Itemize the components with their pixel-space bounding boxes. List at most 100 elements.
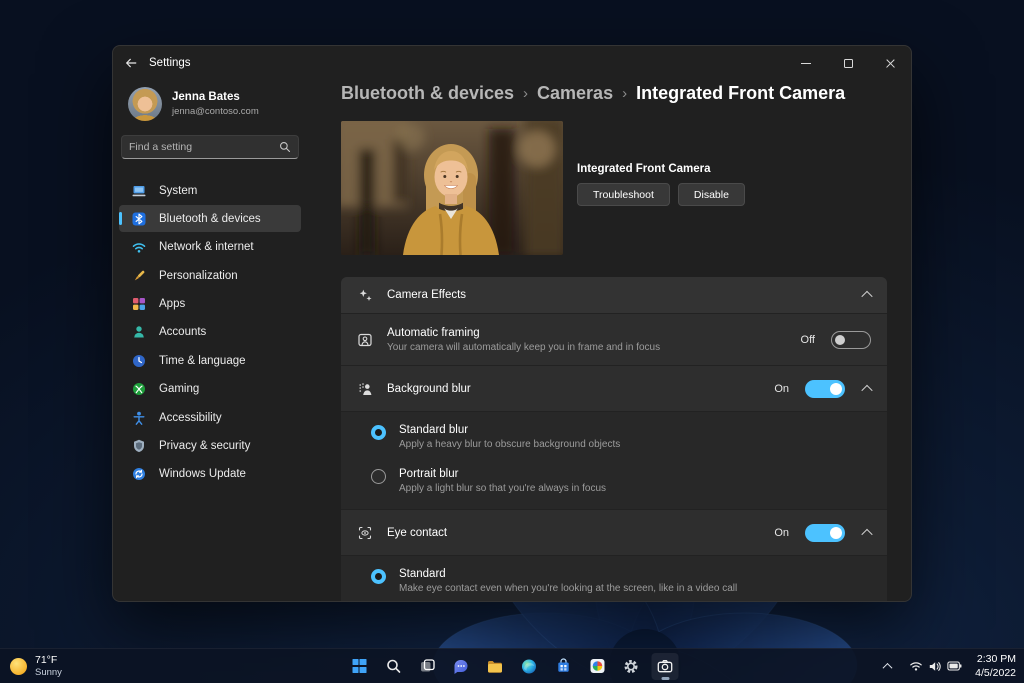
task-view-button[interactable] bbox=[414, 653, 441, 680]
eye-contact-standard-option[interactable]: Standard Make eye contact even when you'… bbox=[341, 559, 887, 602]
automatic-framing-description: Your camera will automatically keep you … bbox=[387, 342, 787, 353]
sidebar-item-time-language[interactable]: Time & language bbox=[119, 347, 301, 374]
portrait-blur-description: Apply a light blur so that you're always… bbox=[399, 483, 606, 494]
breadcrumb-bluetooth-devices[interactable]: Bluetooth & devices bbox=[341, 83, 514, 104]
eye-contact-standard-title: Standard bbox=[399, 568, 737, 580]
taskbar-search-button[interactable] bbox=[380, 653, 407, 680]
update-icon bbox=[131, 466, 147, 482]
file-explorer-button[interactable] bbox=[482, 653, 509, 680]
sidebar-item-label: System bbox=[159, 185, 197, 197]
paintbrush-icon bbox=[131, 268, 147, 284]
chevron-up-icon bbox=[882, 662, 892, 672]
sidebar-item-bluetooth-devices[interactable]: Bluetooth & devices bbox=[119, 205, 301, 232]
sidebar-item-network-internet[interactable]: Network & internet bbox=[119, 234, 301, 261]
sidebar-item-apps[interactable]: Apps bbox=[119, 291, 301, 318]
clock-icon bbox=[131, 353, 147, 369]
portrait-blur-option[interactable]: Portrait blur Apply a light blur so that… bbox=[341, 459, 887, 503]
quick-settings-button[interactable] bbox=[906, 653, 964, 680]
settings-app-button[interactable] bbox=[618, 653, 645, 680]
desktop: { "titlebar": { "title": "Settings" }, "… bbox=[0, 0, 1024, 683]
search-input[interactable] bbox=[129, 141, 279, 153]
sun-icon bbox=[10, 658, 27, 675]
breadcrumb-separator: › bbox=[622, 85, 627, 102]
sidebar-item-label: Accounts bbox=[159, 326, 206, 338]
breadcrumb-separator: › bbox=[523, 85, 528, 102]
sidebar-item-gaming[interactable]: Gaming bbox=[119, 376, 301, 403]
edge-icon bbox=[521, 658, 538, 675]
user-name: Jenna Bates bbox=[172, 91, 259, 105]
maximize-icon bbox=[844, 59, 853, 68]
user-profile[interactable]: Jenna Bates jenna@contoso.com bbox=[128, 87, 259, 121]
eye-contact-icon bbox=[357, 525, 373, 541]
background-blur-options: Standard blur Apply a heavy blur to obsc… bbox=[341, 411, 887, 509]
sidebar-item-system[interactable]: System bbox=[119, 177, 301, 204]
sidebar-item-windows-update[interactable]: Windows Update bbox=[119, 461, 301, 488]
disable-button[interactable]: Disable bbox=[678, 183, 745, 206]
camera-preview-image bbox=[341, 121, 563, 255]
minimize-button[interactable] bbox=[785, 46, 827, 80]
sidebar-item-label: Network & internet bbox=[159, 241, 254, 253]
sidebar-item-label: Accessibility bbox=[159, 412, 222, 424]
sidebar-item-personalization[interactable]: Personalization bbox=[119, 262, 301, 289]
sidebar-item-accounts[interactable]: Accounts bbox=[119, 319, 301, 346]
system-icon bbox=[131, 183, 147, 199]
sidebar-item-accessibility[interactable]: Accessibility bbox=[119, 404, 301, 431]
microsoft-store-button[interactable] bbox=[550, 653, 577, 680]
time: 2:30 PM bbox=[975, 652, 1016, 666]
sidebar-item-label: Time & language bbox=[159, 355, 246, 367]
standard-blur-radio[interactable] bbox=[371, 425, 386, 440]
titlebar: Settings bbox=[113, 46, 911, 80]
avatar bbox=[128, 87, 162, 121]
background-blur-icon bbox=[357, 381, 373, 397]
taskbar: 71°F Sunny bbox=[0, 648, 1024, 683]
breadcrumb-cameras[interactable]: Cameras bbox=[537, 83, 613, 104]
photos-icon bbox=[589, 658, 605, 674]
accessibility-icon bbox=[131, 410, 147, 426]
sidebar-item-privacy-security[interactable]: Privacy & security bbox=[119, 433, 301, 460]
portrait-blur-radio[interactable] bbox=[371, 469, 386, 484]
wifi-icon bbox=[131, 239, 147, 255]
edge-button[interactable] bbox=[516, 653, 543, 680]
chevron-up-icon[interactable] bbox=[861, 384, 872, 395]
start-button[interactable] bbox=[346, 653, 373, 680]
wifi-icon bbox=[909, 660, 923, 672]
standard-blur-description: Apply a heavy blur to obscure background… bbox=[399, 439, 620, 450]
eye-contact-toggle[interactable] bbox=[805, 524, 845, 542]
camera-effects-card: Camera Effects Automatic framing Your ca… bbox=[341, 277, 887, 602]
background-blur-toggle[interactable] bbox=[805, 380, 845, 398]
troubleshoot-button[interactable]: Troubleshoot bbox=[577, 183, 670, 206]
chevron-up-icon[interactable] bbox=[861, 528, 872, 539]
background-blur-state: On bbox=[774, 383, 789, 395]
widgets-weather-button[interactable]: 71°F Sunny bbox=[10, 649, 62, 683]
eye-contact-state: On bbox=[774, 527, 789, 539]
task-view-icon bbox=[419, 658, 435, 674]
sidebar-item-label: Apps bbox=[159, 298, 185, 310]
search-box[interactable] bbox=[121, 135, 299, 159]
device-name: Integrated Front Camera bbox=[577, 163, 711, 175]
back-button[interactable] bbox=[113, 46, 149, 80]
xbox-icon bbox=[131, 381, 147, 397]
windows-logo-icon bbox=[352, 659, 366, 673]
camera-effects-icon bbox=[357, 287, 373, 303]
battery-icon bbox=[947, 660, 962, 672]
hidden-icons-button[interactable] bbox=[877, 653, 897, 680]
camera-effects-header[interactable]: Camera Effects bbox=[341, 277, 887, 313]
camera-preview bbox=[341, 121, 563, 255]
automatic-framing-title: Automatic framing bbox=[387, 327, 787, 339]
standard-blur-option[interactable]: Standard blur Apply a heavy blur to obsc… bbox=[341, 415, 887, 459]
window-title: Settings bbox=[149, 57, 191, 69]
photos-button[interactable] bbox=[584, 653, 611, 680]
sidebar-item-label: Bluetooth & devices bbox=[159, 213, 261, 225]
maximize-button[interactable] bbox=[827, 46, 869, 80]
automatic-framing-state: Off bbox=[801, 334, 815, 346]
clock[interactable]: 2:30 PM 4/5/2022 bbox=[975, 652, 1016, 680]
chevron-up-icon[interactable] bbox=[861, 291, 872, 302]
automatic-framing-toggle[interactable] bbox=[831, 331, 871, 349]
camera-app-button[interactable] bbox=[652, 653, 679, 680]
apps-icon bbox=[131, 296, 147, 312]
close-button[interactable] bbox=[869, 46, 911, 80]
eye-contact-standard-radio[interactable] bbox=[371, 569, 386, 584]
breadcrumb: Bluetooth & devices › Cameras › Integrat… bbox=[341, 83, 845, 104]
folder-icon bbox=[487, 658, 504, 675]
chat-button[interactable] bbox=[448, 653, 475, 680]
